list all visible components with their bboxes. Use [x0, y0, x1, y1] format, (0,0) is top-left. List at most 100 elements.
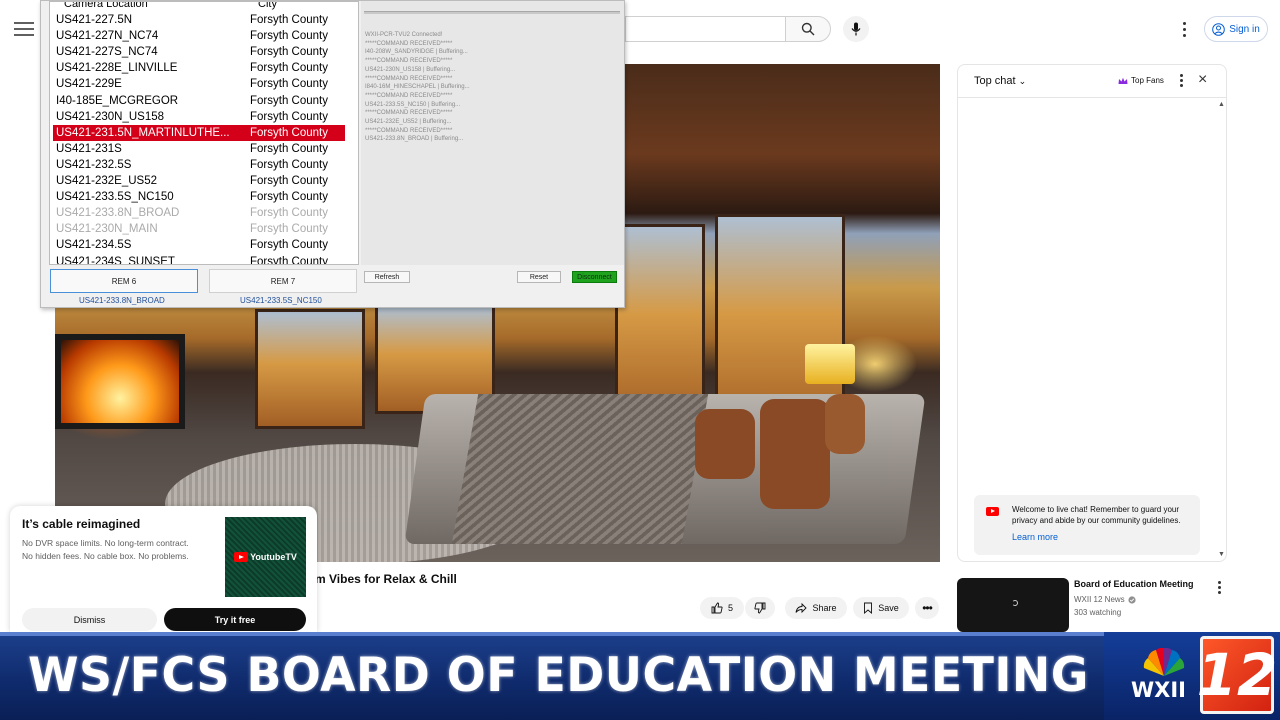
- scroll-down-arrow-icon[interactable]: ▼: [1218, 551, 1225, 558]
- log-line: WXII-PCR-TVU2 Connected!: [365, 32, 443, 38]
- top-fans-badge[interactable]: Top Fans: [1118, 76, 1164, 85]
- camera-row[interactable]: US421-233.5S_NC150 Forsyth County: [53, 189, 345, 205]
- ad-body-line: No hidden fees. No cable box. No problem…: [22, 551, 189, 561]
- camera-row[interactable]: US421-234.5S Forsyth County: [53, 237, 345, 253]
- camera-location: US421-234S_SUNSET: [56, 255, 175, 265]
- sign-in-button[interactable]: Sign in: [1204, 16, 1268, 42]
- up-next-watching: 303 watching: [1074, 608, 1122, 617]
- pillow-scene: [825, 394, 865, 454]
- rem7-button[interactable]: REM 7: [209, 269, 357, 293]
- column-header-location[interactable]: Camera Location: [64, 2, 148, 12]
- station-name: WXII: [1131, 678, 1186, 702]
- search-button[interactable]: [785, 16, 831, 42]
- camera-city: Forsyth County: [250, 78, 328, 91]
- dislike-button[interactable]: [745, 597, 775, 619]
- camera-city: Forsyth County: [250, 255, 328, 265]
- up-next-title[interactable]: Board of Education Meeting: [1074, 579, 1194, 589]
- share-icon: [796, 602, 808, 614]
- save-button[interactable]: Save: [853, 597, 909, 619]
- camera-row[interactable]: US421-230N_MAIN Forsyth County: [53, 221, 345, 237]
- live-chat-panel: Top chat ⌄ Top Fans × ▲ Welcome to live …: [957, 64, 1227, 562]
- up-next-kebab-icon[interactable]: [1216, 581, 1222, 595]
- pillow-scene: [760, 399, 830, 509]
- crown-icon: [1118, 77, 1128, 84]
- settings-kebab-icon[interactable]: [1176, 18, 1192, 40]
- ad-title: It’s cable reimagined: [22, 517, 141, 531]
- camera-city: Forsyth County: [250, 239, 328, 252]
- camera-city: Forsyth County: [250, 14, 328, 26]
- log-line: US421-230N_US158 | Buffering...: [365, 66, 456, 73]
- share-label: Share: [812, 603, 837, 613]
- camera-location: US421-228E_LINVILLE: [56, 62, 178, 75]
- hamburger-menu-icon[interactable]: [14, 22, 34, 36]
- camera-row[interactable]: I40-185E_MCGREGOR Forsyth County: [53, 93, 345, 109]
- voice-search-button[interactable]: [843, 16, 869, 42]
- reset-button[interactable]: Reset: [517, 271, 561, 283]
- rem6-button[interactable]: REM 6: [50, 269, 198, 293]
- camera-location: US421-234.5S: [56, 239, 132, 252]
- youtube-logo-icon: [234, 552, 249, 562]
- search-input[interactable]: [625, 16, 785, 42]
- chat-mode-dropdown[interactable]: Top chat ⌄: [974, 75, 1026, 87]
- banner-headline: WS/FCS BOARD OF EDUCATION MEETING: [28, 648, 1089, 703]
- camera-city: Forsyth County: [250, 142, 328, 155]
- share-button[interactable]: Share: [785, 597, 847, 619]
- log-line: *****COMMAND RECEIVED*****: [365, 40, 453, 47]
- dismiss-button[interactable]: Dismiss: [22, 608, 157, 631]
- learn-more-link[interactable]: Learn more: [1012, 532, 1058, 542]
- try-free-button[interactable]: Try it free: [164, 608, 306, 631]
- camera-location: US421-232.5S: [56, 158, 132, 171]
- log-line: *****COMMAND RECEIVED*****: [365, 58, 453, 65]
- chat-options-kebab-icon[interactable]: [1178, 74, 1184, 88]
- camera-location: I40-185E_MCGREGOR: [56, 94, 179, 107]
- like-count: 5: [727, 603, 733, 613]
- camera-list[interactable]: Camera Location City US421-227.5N Forsyth…: [49, 1, 359, 265]
- close-icon[interactable]: ×: [1198, 72, 1207, 88]
- up-next-channel[interactable]: WXII 12 News: [1074, 595, 1136, 604]
- progress-bar: [364, 11, 620, 14]
- refresh-button[interactable]: Refresh: [364, 271, 410, 283]
- chevron-down-icon: ⌄: [1018, 76, 1027, 86]
- log-line: US421-232E_US52 | Buffering...: [365, 119, 452, 126]
- camera-row[interactable]: US421-229E Forsyth County: [53, 76, 345, 92]
- verified-check-icon: [1128, 595, 1136, 604]
- camera-row[interactable]: US421-230N_US158 Forsyth County: [53, 109, 345, 125]
- camera-city: Forsyth County: [250, 46, 328, 59]
- camera-location: US421-231S: [56, 142, 122, 155]
- camera-city: Forsyth County: [250, 126, 328, 139]
- camera-row[interactable]: US421-231S Forsyth County: [53, 141, 345, 157]
- ad-body: No DVR space limits. No long-term contra…: [22, 537, 222, 563]
- camera-location: US421-232E_US52: [56, 175, 158, 187]
- camera-row[interactable]: US421-232.5S Forsyth County: [53, 157, 345, 173]
- camera-row[interactable]: US421-227S_NC74 Forsyth County: [53, 44, 345, 60]
- log-line: *****COMMAND RECEIVED*****: [365, 127, 453, 134]
- scroll-up-arrow-icon[interactable]: ▲: [1218, 101, 1225, 108]
- camera-location: US421-230N_US158: [56, 110, 165, 123]
- camera-row[interactable]: US421-233.8N_BROAD Forsyth County: [53, 205, 345, 221]
- camera-row[interactable]: US421-228E_LINVILLE Forsyth County: [53, 60, 345, 76]
- camera-row[interactable]: US421-227.5N Forsyth County: [53, 12, 345, 28]
- log-line: I40-208W_SANDYRIDGE | Buffering...: [365, 49, 468, 56]
- bookmark-icon: [864, 602, 873, 614]
- like-button[interactable]: 5: [700, 597, 744, 619]
- camera-city: Forsyth County: [250, 94, 328, 107]
- more-actions-button[interactable]: •••: [915, 597, 939, 619]
- camera-row[interactable]: US421-231.5N_MARTINLUTHE... Forsyth Count…: [53, 124, 345, 141]
- channel-number: 12: [1197, 636, 1277, 714]
- camera-row[interactable]: US421-227N_NC74 Forsyth County: [53, 28, 345, 44]
- ad-body-line: No DVR space limits. No long-term contra…: [22, 538, 189, 548]
- ad-thumbnail[interactable]: YoutubeTV: [225, 517, 306, 597]
- disconnect-button[interactable]: Disconnect: [572, 271, 617, 283]
- camera-row[interactable]: US421-234S_SUNSET Forsyth County: [53, 254, 345, 265]
- camera-city: Forsyth County: [250, 175, 328, 187]
- thumbs-down-icon: [754, 602, 766, 614]
- column-header-city[interactable]: City: [258, 2, 277, 12]
- window-scene: [255, 309, 365, 429]
- log-panel: WXII-PCR-TVU2 Connected! *****COMMAND REC…: [361, 1, 624, 265]
- banner-top-stripe: [0, 632, 1280, 636]
- youtube-logo-icon: [986, 507, 999, 516]
- scrollbar[interactable]: [358, 230, 359, 242]
- camera-row[interactable]: US421-232E_US52 Forsyth County: [53, 173, 345, 189]
- more-horizontal-icon: •••: [922, 601, 933, 615]
- up-next-thumbnail[interactable]: [957, 578, 1069, 632]
